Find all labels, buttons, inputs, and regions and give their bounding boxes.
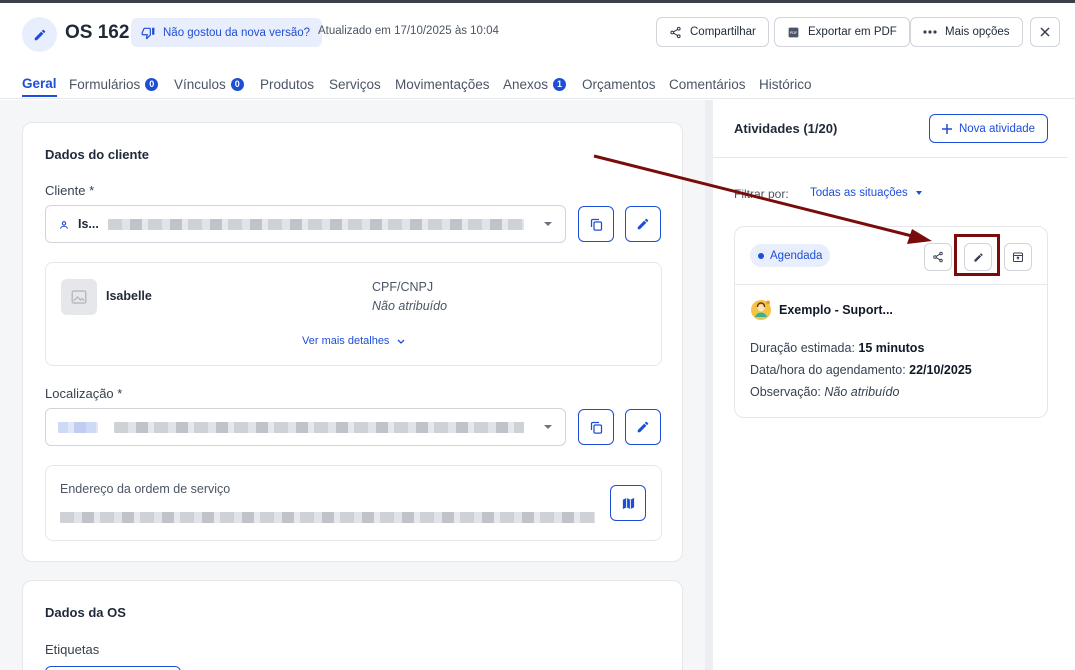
arrow-head xyxy=(907,229,932,244)
annotation-highlight-box xyxy=(954,234,1000,276)
annotation-arrow xyxy=(593,154,932,244)
arrow-line xyxy=(593,154,913,238)
